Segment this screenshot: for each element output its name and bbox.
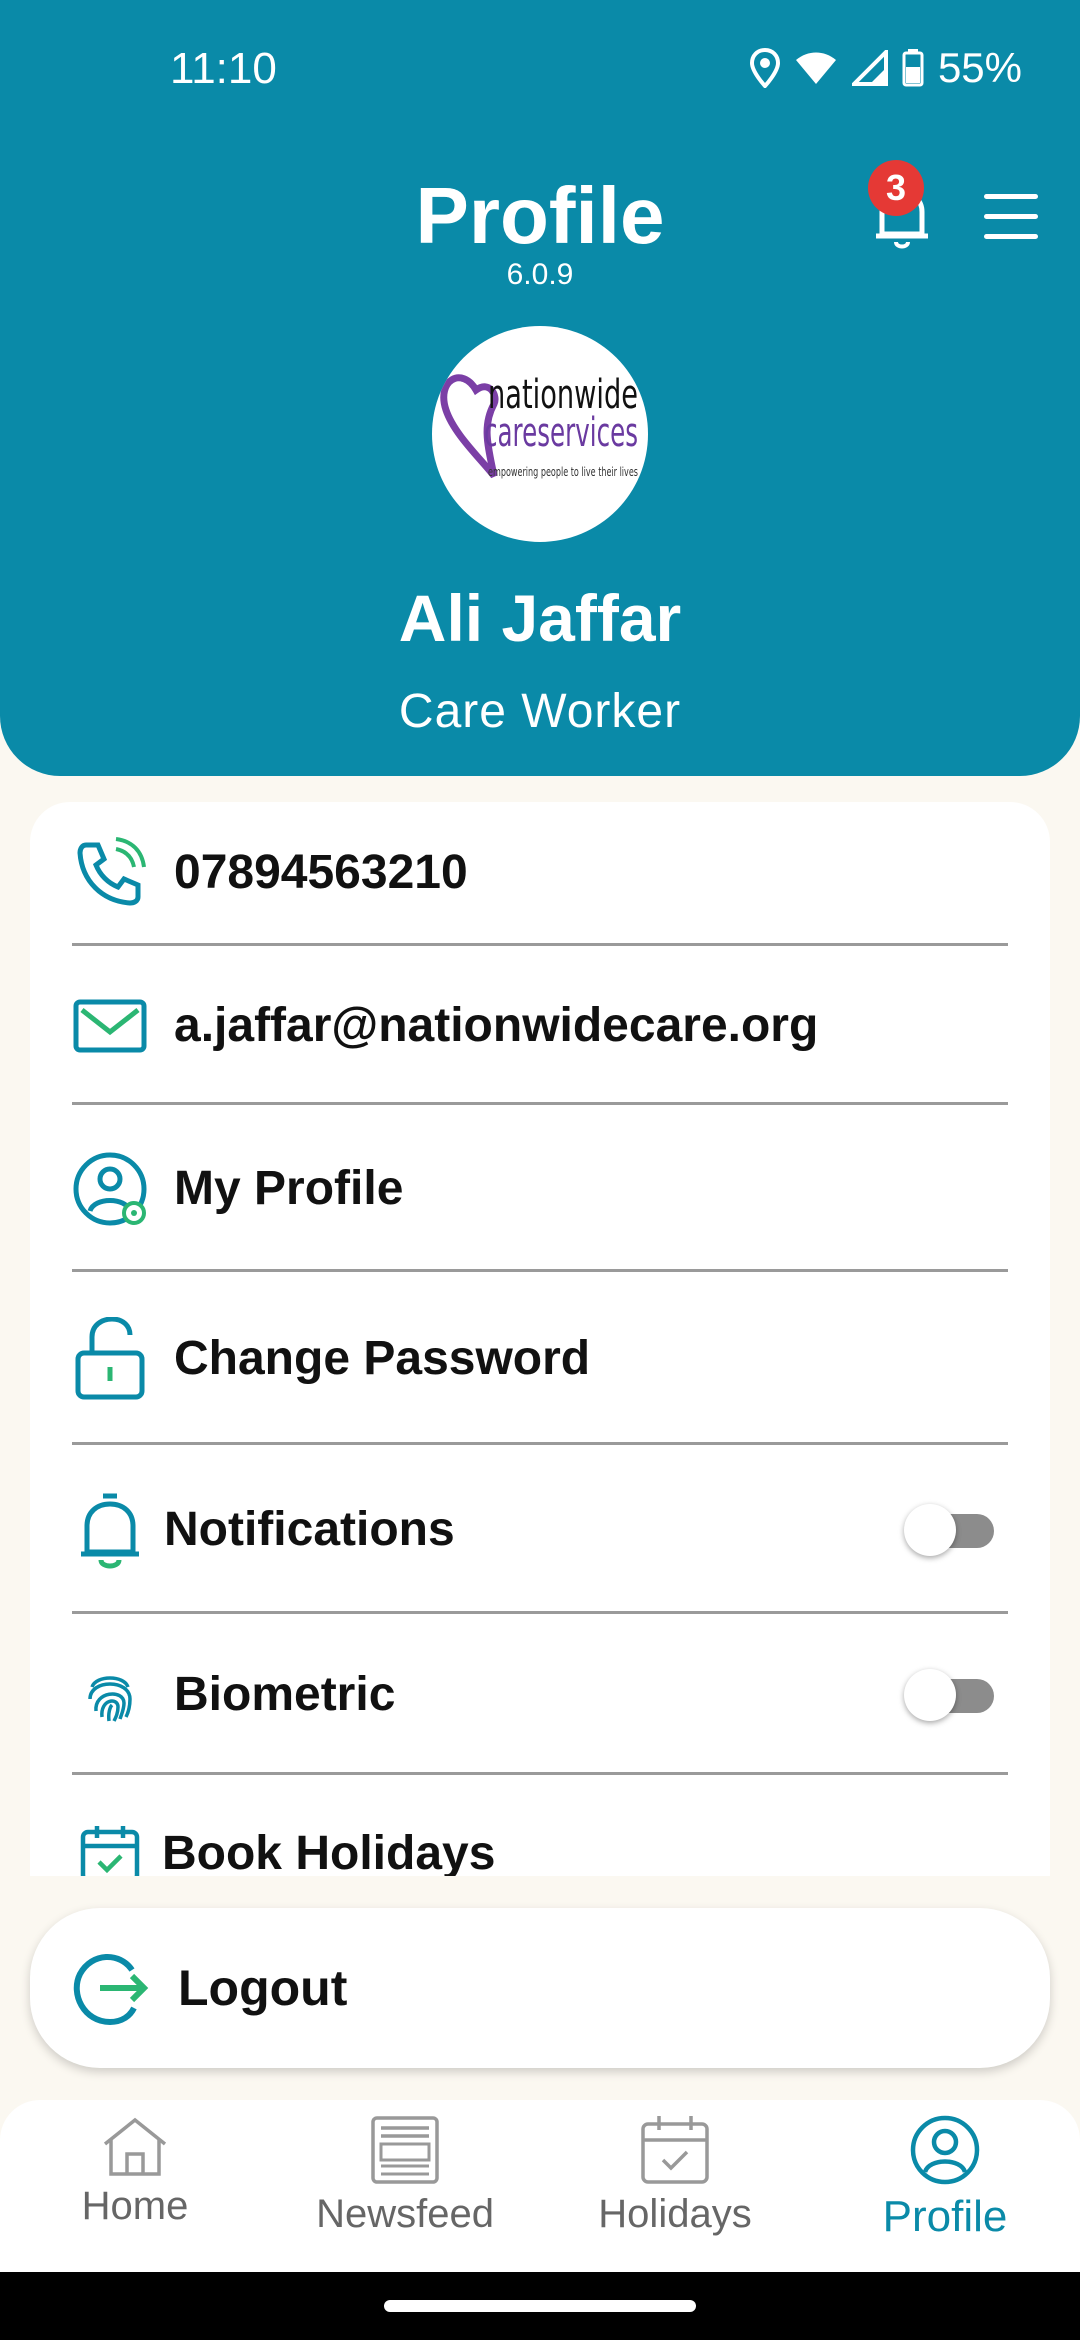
phone-icon	[72, 835, 148, 911]
notifications-label: Notifications	[164, 1503, 455, 1556]
logo-line2: careservices	[484, 410, 638, 456]
status-time: 11:10	[170, 44, 277, 93]
company-logo: nationwide careservices empowering peopl…	[432, 326, 648, 542]
nav-newsfeed-label: Newsfeed	[316, 2192, 494, 2236]
app-version: 6.0.9	[506, 258, 574, 291]
unlock-icon	[72, 1316, 148, 1399]
wifi-icon	[795, 52, 836, 84]
notification-badge[interactable]: 3	[868, 160, 924, 216]
phone-number: 07894563210	[174, 846, 468, 899]
nav-holidays[interactable]: Holidays	[540, 2100, 810, 2272]
logout-button[interactable]: Logout	[30, 1908, 1050, 2068]
notifications-row: Notifications	[72, 1448, 1008, 1614]
book-holidays-row[interactable]: Book Holidays	[72, 1778, 1008, 1876]
battery-icon	[902, 49, 924, 87]
email-icon	[72, 988, 148, 1064]
logout-icon	[73, 1954, 149, 2026]
my-profile-row[interactable]: My Profile	[72, 1108, 1008, 1272]
nav-newsfeed[interactable]: Newsfeed	[270, 2100, 540, 2272]
profile-header: 11:10 55% Profile 6.0.9 3 nationwide car…	[0, 0, 1080, 776]
logo-tagline: empowering people to live their lives	[488, 465, 638, 479]
fingerprint-icon	[72, 1657, 148, 1733]
status-icons: 55%	[749, 44, 1022, 92]
hamburger-menu-icon[interactable]	[980, 192, 1040, 242]
nav-home-label: Home	[81, 2184, 189, 2228]
notifications-toggle[interactable]	[904, 1503, 994, 1556]
calendar-check-icon	[72, 1815, 148, 1876]
signal-icon	[851, 50, 888, 86]
nav-profile[interactable]: Profile	[810, 2100, 1080, 2272]
nav-holidays-label: Holidays	[598, 2192, 752, 2236]
biometric-label: Biometric	[174, 1668, 396, 1721]
phone-row[interactable]: 07894563210	[72, 802, 1008, 946]
email-row[interactable]: a.jaffar@nationwidecare.org	[72, 949, 1008, 1105]
user-settings-icon	[72, 1151, 148, 1227]
home-icon	[103, 2117, 167, 2176]
book-holidays-label: Book Holidays	[162, 1826, 496, 1877]
nav-home[interactable]: Home	[0, 2100, 270, 2272]
location-icon	[749, 48, 780, 88]
bottom-navigation: Home Newsfeed Holidays Profile	[0, 2100, 1080, 2272]
user-role: Care Worker	[398, 685, 682, 738]
newsfeed-icon	[371, 2116, 439, 2184]
battery-percent: 55%	[937, 44, 1022, 91]
home-gesture-handle[interactable]	[384, 2300, 696, 2312]
bell-icon	[72, 1492, 148, 1568]
user-name: Ali Jaffar	[398, 581, 682, 655]
profile-options-card: 07894563210 a.jaffar@nationwidecare.org …	[30, 802, 1050, 1876]
change-password-row[interactable]: Change Password	[72, 1275, 1008, 1445]
change-password-label: Change Password	[174, 1332, 591, 1385]
biometric-toggle[interactable]	[904, 1668, 994, 1721]
biometric-row: Biometric	[72, 1617, 1008, 1775]
nav-profile-label: Profile	[882, 2192, 1008, 2241]
holidays-calendar-icon	[641, 2116, 709, 2184]
profile-icon	[910, 2115, 980, 2185]
email-address: a.jaffar@nationwidecare.org	[174, 999, 819, 1052]
my-profile-label: My Profile	[174, 1162, 404, 1215]
logout-label: Logout	[178, 1960, 348, 2016]
